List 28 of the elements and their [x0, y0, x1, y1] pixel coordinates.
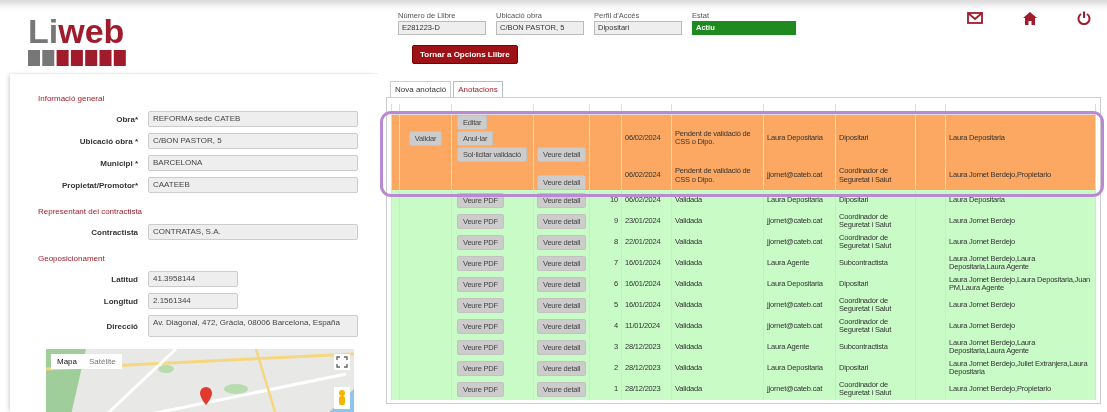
input-field[interactable]: Av. Diagonal, 472, Gràcia, 08006 Barcelona, España: [148, 315, 358, 337]
input-field[interactable]: BARCELONA: [148, 155, 358, 171]
mail-icon[interactable]: [967, 12, 983, 24]
field-label: Municipi *: [99, 158, 138, 168]
tab[interactable]: Anotacions: [453, 81, 503, 97]
section-title: Representant del contractista: [38, 207, 144, 216]
field-label: Latitud: [110, 274, 138, 284]
input-field[interactable]: REFORMA sede CATEB: [148, 111, 358, 127]
home-icon[interactable]: [1023, 11, 1037, 25]
field-label: Ubicació obra *: [78, 136, 138, 146]
input-field[interactable]: C/BON PASTOR, 5: [148, 133, 358, 149]
input-field[interactable]: CONTRATAS, S.A.: [148, 224, 358, 240]
input-field[interactable]: 41.3958144: [148, 271, 238, 287]
power-icon[interactable]: [1077, 11, 1091, 25]
tab[interactable]: Nova anotació: [390, 81, 452, 97]
return-button[interactable]: Tornar a Opcions Llibre: [412, 45, 518, 64]
field-label: Longitud: [102, 296, 138, 306]
section-title: Informació general: [38, 94, 106, 103]
field-label: Obra*: [115, 114, 138, 124]
input-field[interactable]: 2.1561344: [148, 293, 238, 309]
fullscreen-icon[interactable]: [334, 354, 350, 370]
section-title: Geoposicionament: [38, 254, 106, 263]
logo-bars-icon: [28, 50, 128, 66]
field-label: Propietat/Promotor*: [61, 180, 138, 190]
field-label: Direcció: [105, 321, 138, 331]
input-field[interactable]: CAATEEB: [148, 177, 358, 193]
field-label: Contractista: [90, 227, 138, 237]
logo-wordmark: Liweb: [28, 15, 125, 47]
